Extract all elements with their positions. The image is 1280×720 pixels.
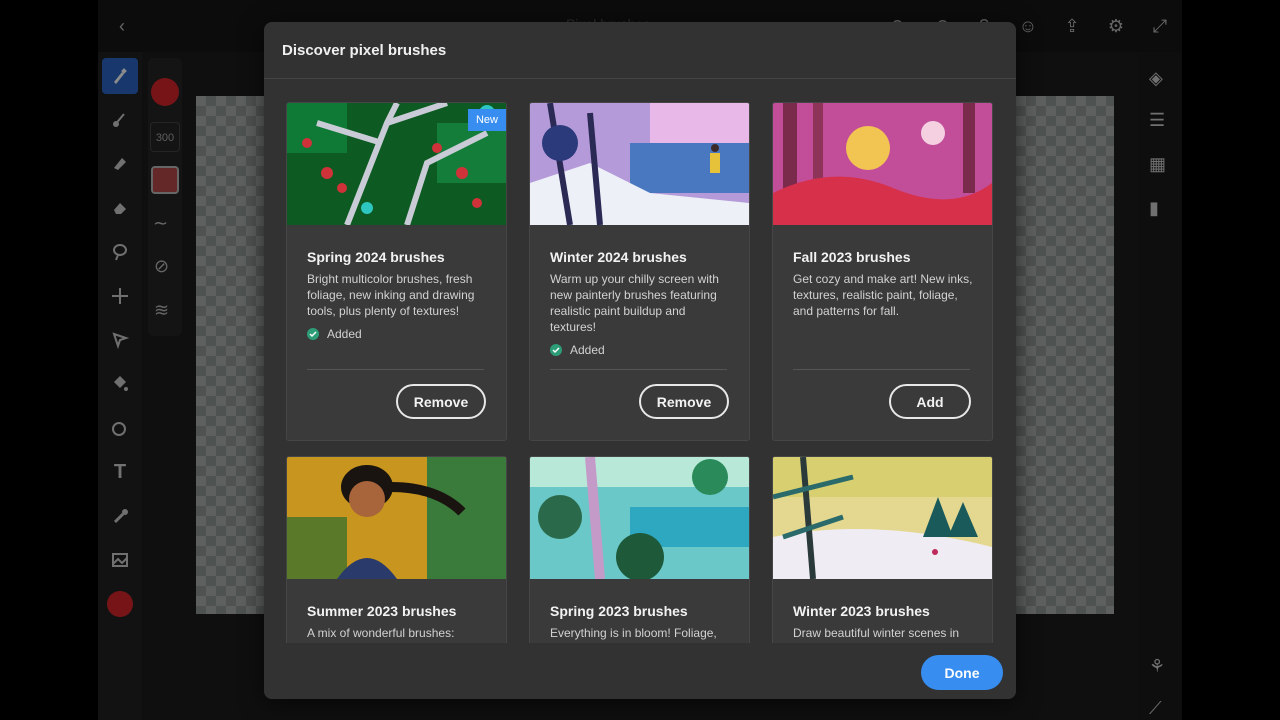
brush-pack-card: Spring 2023 brushes Everything is in blo… [529,456,750,643]
brush-pack-card: New Spring 2024 brushes Bright multicolo… [286,102,507,441]
done-button[interactable]: Done [921,655,1003,690]
brush-pack-card: Winter 2024 brushes Warm up your chilly … [529,102,750,441]
remove-button[interactable]: Remove [639,384,729,419]
check-circle-icon [307,328,319,340]
card-description: Get cozy and make art! New inks, texture… [793,272,973,318]
check-circle-icon [550,344,562,356]
card-description: Everything is in bloom! Foliage, [550,626,717,640]
card-title: Spring 2024 brushes [307,249,445,265]
card-description: Draw beautiful winter scenes in [793,626,960,640]
added-status: Added [307,327,362,341]
card-description: A mix of wonderful brushes: [307,626,455,640]
remove-button[interactable]: Remove [396,384,486,419]
brush-pack-card: Winter 2023 brushes Draw beautiful winte… [772,456,993,643]
brush-pack-thumbnail [530,103,749,226]
brush-pack-thumbnail [530,457,749,581]
status-label: Added [327,327,362,341]
brush-pack-card: Summer 2023 brushes A mix of wonderful b… [286,456,507,643]
added-status: Added [550,343,605,357]
brush-pack-thumbnail [287,457,506,579]
brush-pack-thumbnail [773,103,992,225]
card-title: Spring 2023 brushes [550,603,688,619]
divider [550,369,727,370]
card-title: Winter 2023 brushes [793,603,930,619]
brush-pack-grid: New Spring 2024 brushes Bright multicolo… [264,79,1016,643]
new-badge: New [468,109,506,131]
add-button[interactable]: Add [889,384,971,419]
status-label: Added [570,343,605,357]
card-title: Winter 2024 brushes [550,249,687,265]
card-description: Warm up your chilly screen with new pain… [550,272,719,334]
card-description: Bright multicolor brushes, fresh foliage… [307,272,475,318]
card-title: Fall 2023 brushes [793,249,911,265]
brush-pack-thumbnail: New [287,103,506,227]
dialog-footer [264,643,1016,699]
brush-pack-thumbnail [773,457,992,580]
divider [307,369,484,370]
brush-pack-card: Fall 2023 brushes Get cozy and make art!… [772,102,993,441]
divider [793,369,970,370]
discover-brushes-dialog: Discover pixel brushes New Spring 2024 b… [264,22,1016,699]
dialog-title: Discover pixel brushes [282,42,447,59]
card-title: Summer 2023 brushes [307,603,457,619]
